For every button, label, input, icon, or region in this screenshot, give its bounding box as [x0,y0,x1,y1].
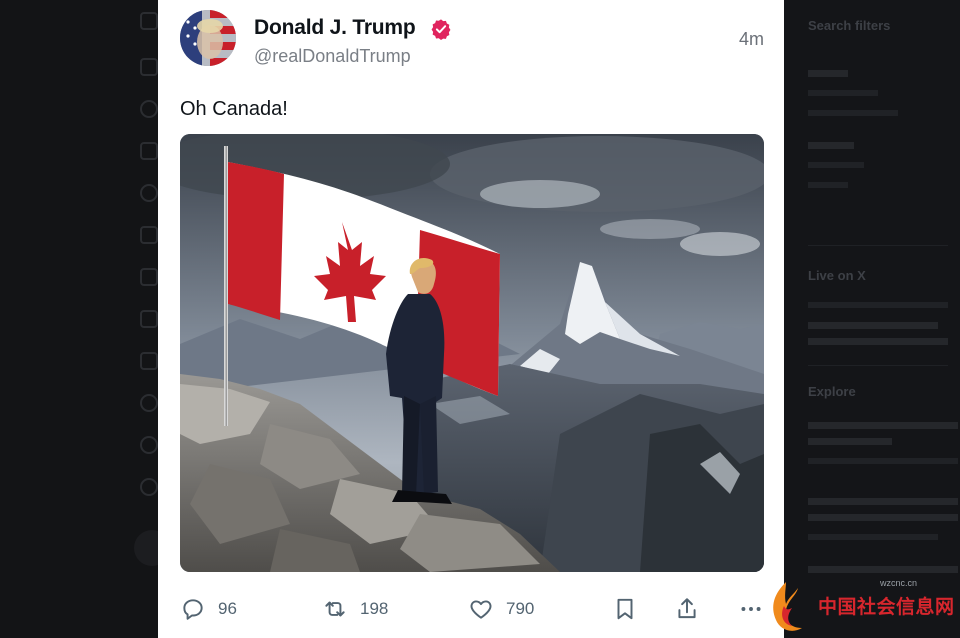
live-on-x-heading: Live on X [808,268,866,283]
communities-icon[interactable] [140,352,158,370]
post-timestamp[interactable]: 4m [739,29,764,50]
profile-icon[interactable] [140,436,158,454]
premium-icon[interactable] [140,394,158,412]
author-display-name[interactable]: Donald J. Trump [254,16,416,40]
messages-icon[interactable] [140,184,158,202]
watermark-flame-logo-icon [773,582,802,631]
avatar[interactable] [180,10,236,66]
reply-count: 96 [218,599,237,618]
reply-button[interactable]: 96 [180,592,237,626]
share-button[interactable] [674,592,700,626]
more-nav-icon[interactable] [140,478,158,496]
bookmark-icon [617,598,633,620]
repost-button[interactable]: 198 [322,592,388,626]
watermark-url: wzcnc.cn [880,578,918,588]
verified-badge-icon [431,19,451,40]
like-icon [470,600,492,619]
bookmark-button[interactable] [612,592,638,626]
post-card[interactable]: Donald J. Trump @realDonaldTrump 4m Oh C… [158,0,784,638]
explore-heading: Explore [808,384,856,399]
post-actions-bar: 96 198 790 [158,592,784,626]
author-handle[interactable]: @realDonaldTrump [254,46,411,67]
grok-icon[interactable] [140,226,158,244]
notifications-icon[interactable] [140,142,158,160]
like-button[interactable]: 790 [468,592,534,626]
site-watermark: 中国社会信息网 wzcnc.cn [756,576,960,638]
search-filters-heading: Search filters [808,18,891,33]
repost-count: 198 [360,599,389,618]
post-text: Oh Canada! [180,98,288,120]
home-icon[interactable] [140,58,158,76]
share-icon [678,598,696,619]
x-logo-icon[interactable] [140,12,158,30]
like-count: 790 [506,599,535,618]
right-sidebar: Search filters Live on X Explore [784,0,960,638]
repost-icon [325,601,345,617]
watermark-text: 中国社会信息网 [818,596,955,618]
post-image[interactable] [180,134,764,572]
explore-icon[interactable] [140,100,158,118]
reply-icon [183,599,203,620]
lists-icon[interactable] [140,268,158,286]
left-navigation [0,0,170,638]
bookmarks-icon[interactable] [140,310,158,328]
